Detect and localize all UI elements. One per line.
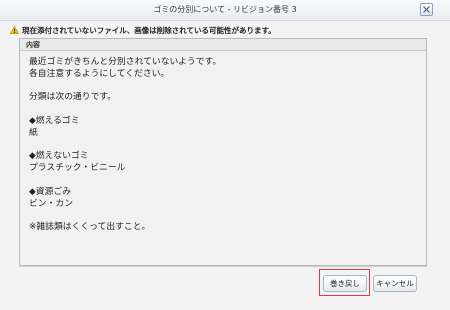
dialog-title: ゴミの分別について - リビジョン番号 3	[153, 5, 297, 14]
content-line	[29, 140, 426, 152]
warning-text: 現在添付されていないファイル、画像は削除されている可能性があります。	[22, 25, 276, 35]
content-line: ビン・カン	[29, 198, 73, 209]
warning-message: 現在添付されていないファイル、画像は削除されている可能性があります。	[10, 24, 276, 36]
content-line	[29, 210, 426, 222]
content-line: 紙	[29, 127, 38, 138]
close-button[interactable]	[420, 3, 433, 16]
content-line: プラスチック・ビニール	[29, 163, 126, 174]
content-header: 内容	[20, 39, 426, 51]
content-line: ※雑誌類はくくって出すこと。	[29, 222, 151, 233]
content-line: ◆燃えないゴミ	[29, 151, 89, 162]
content-line	[29, 175, 426, 187]
content-line	[29, 81, 426, 93]
content-line: ◆燃えるゴミ	[29, 115, 80, 126]
content-line: 分類は次の通りです。	[29, 92, 117, 103]
dialog-titlebar: ゴミの分別について - リビジョン番号 3	[0, 0, 450, 21]
close-icon	[423, 6, 430, 13]
cancel-button[interactable]: キャンセル	[373, 275, 417, 292]
footer-divider	[19, 266, 427, 267]
warning-icon	[10, 26, 19, 34]
content-panel: 内容 最近ゴミがきちんと分別されていないようです。 各自注意するようにしてくださ…	[19, 38, 427, 266]
content-body: 最近ゴミがきちんと分別されていないようです。 各自注意するようにしてください。 …	[29, 57, 426, 234]
content-line: 各自注意するようにしてください。	[29, 68, 170, 79]
content-line: ◆資源ごみ	[29, 186, 71, 197]
content-line	[29, 104, 426, 116]
content-line: 最近ゴミがきちんと分別されていないようです。	[29, 57, 222, 67]
revert-button[interactable]: 巻き戻し	[323, 275, 367, 292]
